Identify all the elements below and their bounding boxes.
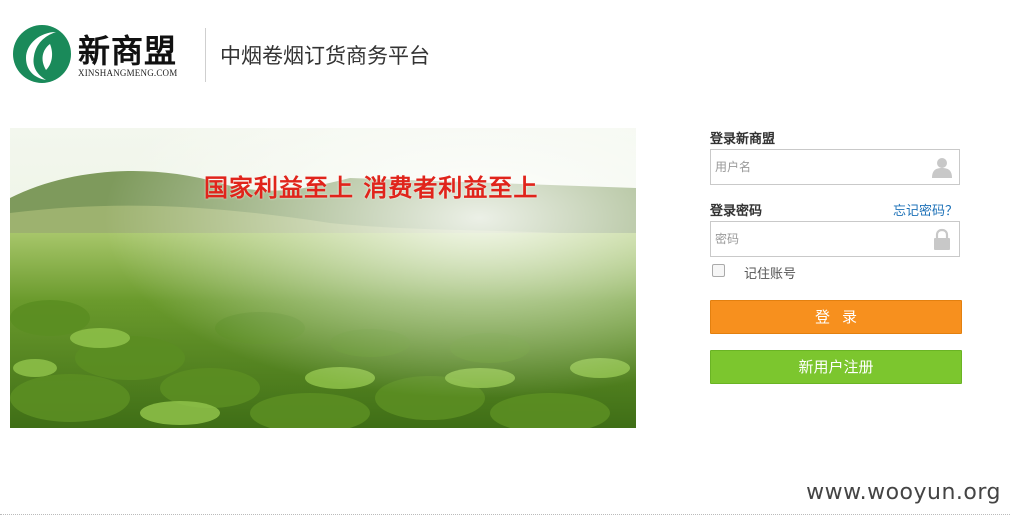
user-icon: [931, 156, 953, 178]
register-button[interactable]: 新用户注册: [710, 350, 962, 384]
header-divider: [205, 28, 206, 82]
footer-divider: [0, 514, 1010, 515]
username-field[interactable]: [710, 149, 960, 185]
page-title: 中烟卷烟订货商务平台: [220, 44, 430, 68]
logo-domain: XINSHANGMENG.COM: [78, 68, 178, 78]
password-field[interactable]: [710, 221, 960, 257]
watermark: www.wooyun.org: [806, 480, 1001, 505]
password-label: 登录密码: [710, 204, 763, 219]
lock-icon: [931, 228, 953, 250]
leaf-logo-icon: [12, 22, 72, 86]
login-title: 登录新商盟: [710, 132, 776, 147]
username-input[interactable]: [715, 150, 925, 184]
logo-name: 新商盟: [78, 32, 178, 70]
hero-banner: 国家利益至上 消费者利益至上: [10, 128, 636, 428]
remember-label: 记住账号: [744, 267, 797, 282]
password-input[interactable]: [715, 222, 925, 256]
remember-checkbox[interactable]: [712, 264, 725, 277]
banner-slogan: 国家利益至上 消费者利益至上: [204, 173, 539, 202]
login-button[interactable]: 登录: [710, 300, 962, 334]
forgot-password-link[interactable]: 忘记密码？: [893, 200, 958, 219]
